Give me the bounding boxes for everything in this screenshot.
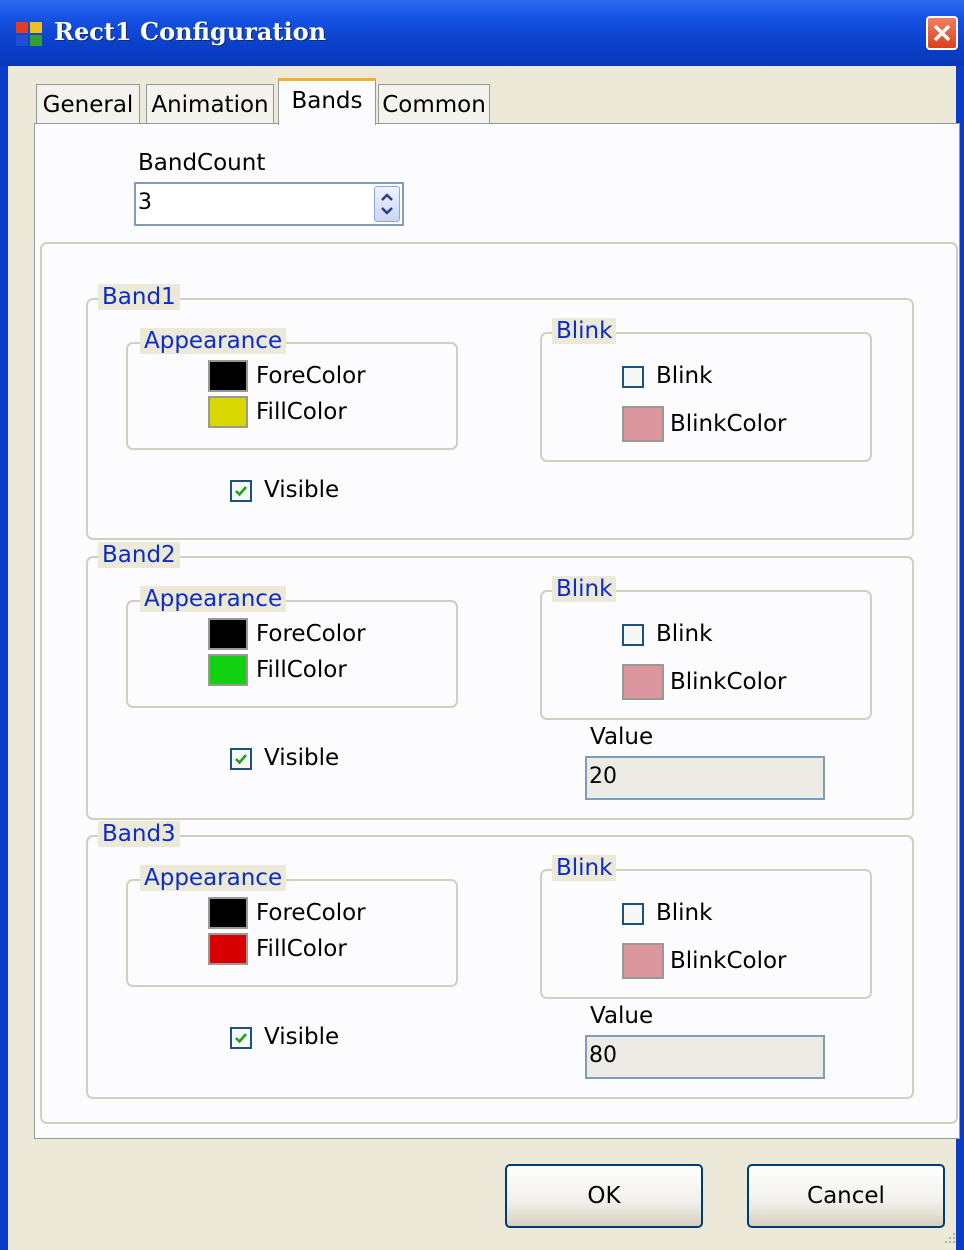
window-title: Rect1 Configuration — [54, 17, 327, 46]
band2-value-label: Value — [590, 724, 654, 750]
band1-appearance-title: Appearance — [140, 328, 287, 354]
tab-common[interactable]: Common — [378, 84, 490, 124]
band2-fill-color-label: FillColor — [256, 657, 347, 683]
app-icon — [16, 22, 44, 48]
band3-appearance-group: Appearance — [126, 865, 458, 987]
band2-appearance-group: Appearance — [126, 586, 458, 708]
band2-value-input[interactable]: 20 — [585, 756, 825, 800]
band2-blink-checkbox[interactable] — [622, 624, 644, 646]
band3-blink-label: Blink — [656, 900, 713, 926]
band3-blink-color-label: BlinkColor — [670, 948, 787, 974]
band2-blink-group: Blink — [540, 576, 872, 720]
band1-blink-color-label: BlinkColor — [670, 411, 787, 437]
band2-visible-label: Visible — [264, 745, 340, 771]
band-count-stepper[interactable]: 3 — [134, 182, 404, 226]
up-down-arrows-icon — [381, 193, 393, 215]
band2-fore-color-label: ForeColor — [256, 621, 366, 647]
band3-value-label: Value — [590, 1003, 654, 1029]
band1-fill-color-label: FillColor — [256, 399, 347, 425]
band3-fill-color-swatch[interactable] — [208, 933, 248, 965]
band2-blink-title: Blink — [552, 576, 617, 602]
band1-fore-color-label: ForeColor — [256, 363, 366, 389]
band1-appearance-group: Appearance — [126, 328, 458, 450]
band3-blink-checkbox[interactable] — [622, 903, 644, 925]
band1-visible-label: Visible — [264, 477, 340, 503]
band1-fore-color-swatch[interactable] — [208, 360, 248, 392]
band1-blink-group: Blink — [540, 318, 872, 462]
band3-title: Band3 — [98, 821, 180, 847]
band3-value-input[interactable]: 80 — [585, 1035, 825, 1079]
band3-visible-checkbox[interactable] — [230, 1027, 252, 1049]
cancel-button[interactable]: Cancel — [747, 1164, 945, 1228]
band1-visible-checkbox[interactable] — [230, 480, 252, 502]
ok-button[interactable]: OK — [505, 1164, 703, 1228]
band2-fore-color-swatch[interactable] — [208, 618, 248, 650]
resize-grip-icon[interactable] — [944, 1232, 956, 1244]
band2-value-text: 20 — [589, 764, 617, 789]
close-button[interactable] — [926, 16, 958, 50]
close-icon — [933, 24, 951, 42]
band3-appearance-title: Appearance — [140, 865, 287, 891]
checkmark-icon — [235, 486, 247, 497]
band-count-value: 3 — [138, 190, 152, 215]
band2-blink-color-label: BlinkColor — [670, 669, 787, 695]
band-count-label: BandCount — [138, 150, 266, 176]
band2-blink-label: Blink — [656, 621, 713, 647]
title-bar[interactable]: Rect1 Configuration — [0, 0, 964, 66]
band2-title: Band2 — [98, 542, 180, 568]
band3-fore-color-swatch[interactable] — [208, 897, 248, 929]
band1-blink-color-swatch[interactable] — [622, 406, 664, 442]
band2-fill-color-swatch[interactable] — [208, 654, 248, 686]
band2-appearance-title: Appearance — [140, 586, 287, 612]
band2-visible-checkbox[interactable] — [230, 748, 252, 770]
tab-bands[interactable]: Bands — [278, 78, 376, 125]
checkmark-icon — [235, 754, 247, 765]
band1-blink-title: Blink — [552, 318, 617, 344]
band1-blink-label: Blink — [656, 363, 713, 389]
band3-fill-color-label: FillColor — [256, 936, 347, 962]
band1-fill-color-swatch[interactable] — [208, 396, 248, 428]
stepper-buttons[interactable] — [374, 186, 400, 222]
band3-fore-color-label: ForeColor — [256, 900, 366, 926]
config-dialog: Rect1 Configuration General Animation Ba… — [0, 0, 964, 1250]
band3-blink-group: Blink — [540, 855, 872, 999]
band1-blink-checkbox[interactable] — [622, 366, 644, 388]
band3-blink-color-swatch[interactable] — [622, 943, 664, 979]
tab-general[interactable]: General — [36, 84, 140, 124]
band3-visible-label: Visible — [264, 1024, 340, 1050]
band2-blink-color-swatch[interactable] — [622, 664, 664, 700]
band3-value-text: 80 — [589, 1043, 617, 1068]
band1-title: Band1 — [98, 284, 180, 310]
tab-animation[interactable]: Animation — [146, 84, 274, 124]
checkmark-icon — [235, 1033, 247, 1044]
band3-blink-title: Blink — [552, 855, 617, 881]
